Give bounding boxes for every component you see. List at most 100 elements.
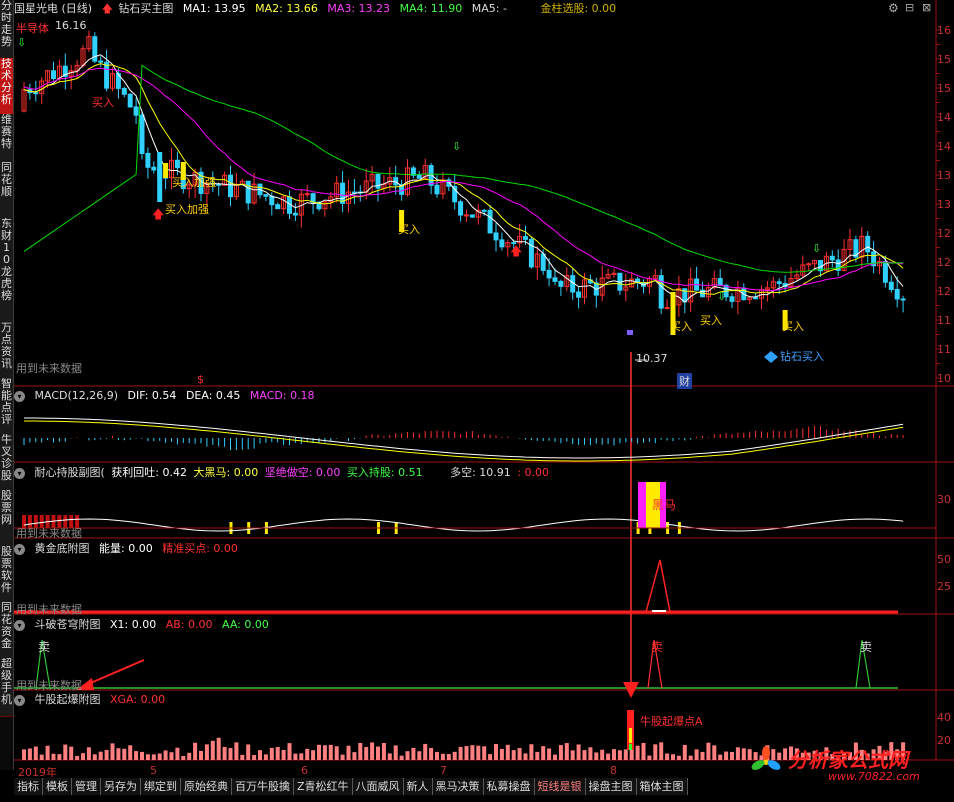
settings-icon[interactable]: ⚙ (888, 1, 899, 15)
volume-bar (688, 755, 693, 760)
side-tab[interactable]: 股票网 (0, 490, 13, 547)
naixin-title[interactable]: 耐心持股副图( (35, 466, 105, 479)
stock-name[interactable]: 国星光电 (日线) (14, 2, 92, 15)
bottom-tab[interactable]: 新人 (403, 778, 433, 795)
side-tab[interactable]: 龙虎榜 (0, 266, 13, 323)
side-tab[interactable]: 维赛特 (0, 114, 13, 163)
dou-title[interactable]: 斗破苍穹附图 (35, 618, 101, 631)
volume-bar (730, 751, 734, 760)
down-arrow-icon: ⇩ (717, 290, 726, 303)
volume-bar (676, 755, 681, 760)
bottom-tab[interactable]: Z青松红牛 (294, 778, 353, 795)
buy-label-2: 买入 (398, 223, 420, 236)
volume-bar (659, 742, 664, 760)
volume-bar (511, 750, 516, 760)
niu-title[interactable]: 牛股起爆附图 (35, 693, 101, 706)
bottom-tab[interactable]: 私募操盘 (483, 778, 535, 795)
close-icon[interactable]: ⊠ (922, 1, 931, 14)
macd-dif: DIF: 0.54 (127, 389, 177, 402)
volume-bar (529, 744, 534, 760)
side-tab[interactable]: 万点资讯 (0, 322, 13, 379)
niu-y-40: 40 (937, 711, 951, 724)
dou-c: AA: 0.00 (222, 618, 269, 631)
bottom-tab[interactable]: 另存为 (101, 778, 141, 795)
collapse-icon[interactable]: ▾ (14, 467, 25, 479)
volume-bar (69, 746, 74, 760)
black-horse-magenta (638, 482, 646, 528)
gold-header: ▾ 黄金底附图 能量: 0.00 精准买点: 0.00 (14, 541, 244, 556)
bottom-tab[interactable]: 八面威风 (352, 778, 404, 795)
side-tab[interactable]: 同花顺 (0, 162, 13, 219)
candle-body (882, 261, 888, 283)
volume-bar (187, 752, 192, 760)
side-tab[interactable]: 股票软件 (0, 546, 13, 603)
down-arrow-icon: ⇩ (812, 242, 821, 255)
candle-body (228, 174, 233, 198)
side-tab[interactable]: 分时走势 (0, 0, 13, 59)
finance-mark: 财 (677, 373, 692, 389)
volume-bar (671, 754, 675, 760)
volume-bar (482, 746, 487, 760)
candle-body (664, 307, 670, 310)
side-tab[interactable]: 智能点评 (0, 378, 13, 435)
volume-bar (464, 746, 469, 760)
candle-body (717, 278, 723, 286)
low-price-label: 10.37 (636, 352, 668, 365)
naixin-a: 获利回吐: 0.42 (111, 466, 187, 479)
macd-title[interactable]: MACD(12,26,9) (35, 389, 119, 402)
up-arrow-icon: 🡅 (101, 2, 113, 15)
candle-body (174, 159, 180, 169)
low-marker-dot (627, 330, 633, 335)
volume-bar (429, 748, 434, 760)
gold-y-25: 25 (937, 580, 951, 593)
gold-title[interactable]: 黄金底附图 (35, 542, 90, 555)
side-tab[interactable]: 东财10 (0, 218, 13, 267)
macd-header: ▾ MACD(12,26,9) DIF: 0.54 DEA: 0.45 MACD… (14, 388, 321, 403)
volume-bar (476, 745, 481, 760)
side-tab[interactable]: 超级手机 (0, 658, 13, 717)
bottom-tab[interactable]: 管理 (72, 778, 101, 795)
volume-bar (635, 745, 640, 760)
bottom-tab[interactable]: 模板 (43, 778, 72, 795)
collapse-icon[interactable]: ▾ (14, 619, 25, 631)
niu-header: ▾ 牛股起爆附图 XGA: 0.00 (14, 692, 171, 707)
candle-body (487, 209, 493, 234)
candle-body (546, 269, 552, 279)
volume-bar (258, 750, 262, 760)
collapse-icon[interactable]: ▾ (14, 390, 25, 402)
collapse-icon[interactable]: ▾ (14, 543, 25, 555)
candle-body (304, 193, 310, 196)
future-data-note: 用到未来数据 (16, 362, 82, 375)
ma2-line (23, 63, 904, 295)
up-arrow-icon: 🡅 (152, 207, 164, 221)
minimize-icon[interactable]: ⊟ (905, 1, 914, 14)
naixin-f: : 0.00 (517, 466, 550, 479)
bottom-tab[interactable]: 指标 (14, 778, 43, 795)
bottom-tab[interactable]: 操盘主图 (585, 778, 637, 795)
volume-bar (92, 754, 97, 760)
bottom-tab[interactable]: 黑马决策 (432, 778, 484, 795)
indicator-name[interactable]: 钻石买主图 (118, 2, 173, 15)
y-axis-label: 14 (937, 140, 951, 153)
volume-bar (163, 750, 168, 760)
side-tab[interactable]: 牛叉诊股 (0, 434, 13, 491)
volume-bar (653, 744, 658, 760)
side-tab[interactable]: 技术分析 (0, 58, 13, 115)
sell-label-3: 卖 (860, 640, 873, 654)
side-tab[interactable]: 同花资金 (0, 602, 13, 659)
y-axis-label: 12 (937, 256, 951, 269)
collapse-icon[interactable]: ▾ (14, 694, 25, 706)
bottom-tab[interactable]: 短线是银 (534, 778, 586, 795)
dea-line (24, 420, 904, 462)
volume-bar (376, 746, 380, 760)
buy-label-3: 买入 (670, 320, 692, 333)
bottom-tab[interactable]: 绑定到 (141, 778, 181, 795)
volume-bar (405, 751, 410, 760)
volume-bar (57, 754, 62, 760)
bottom-tab[interactable]: 原始经典 (181, 778, 232, 795)
bottom-tab[interactable]: 箱体主图 (636, 778, 688, 795)
bottom-tab[interactable]: 百万牛股擒 (232, 778, 294, 795)
x-axis-5: 5 (150, 764, 157, 777)
buy-add-label: 买入加强 (172, 176, 216, 189)
niu-a: XGA: 0.00 (110, 693, 166, 706)
